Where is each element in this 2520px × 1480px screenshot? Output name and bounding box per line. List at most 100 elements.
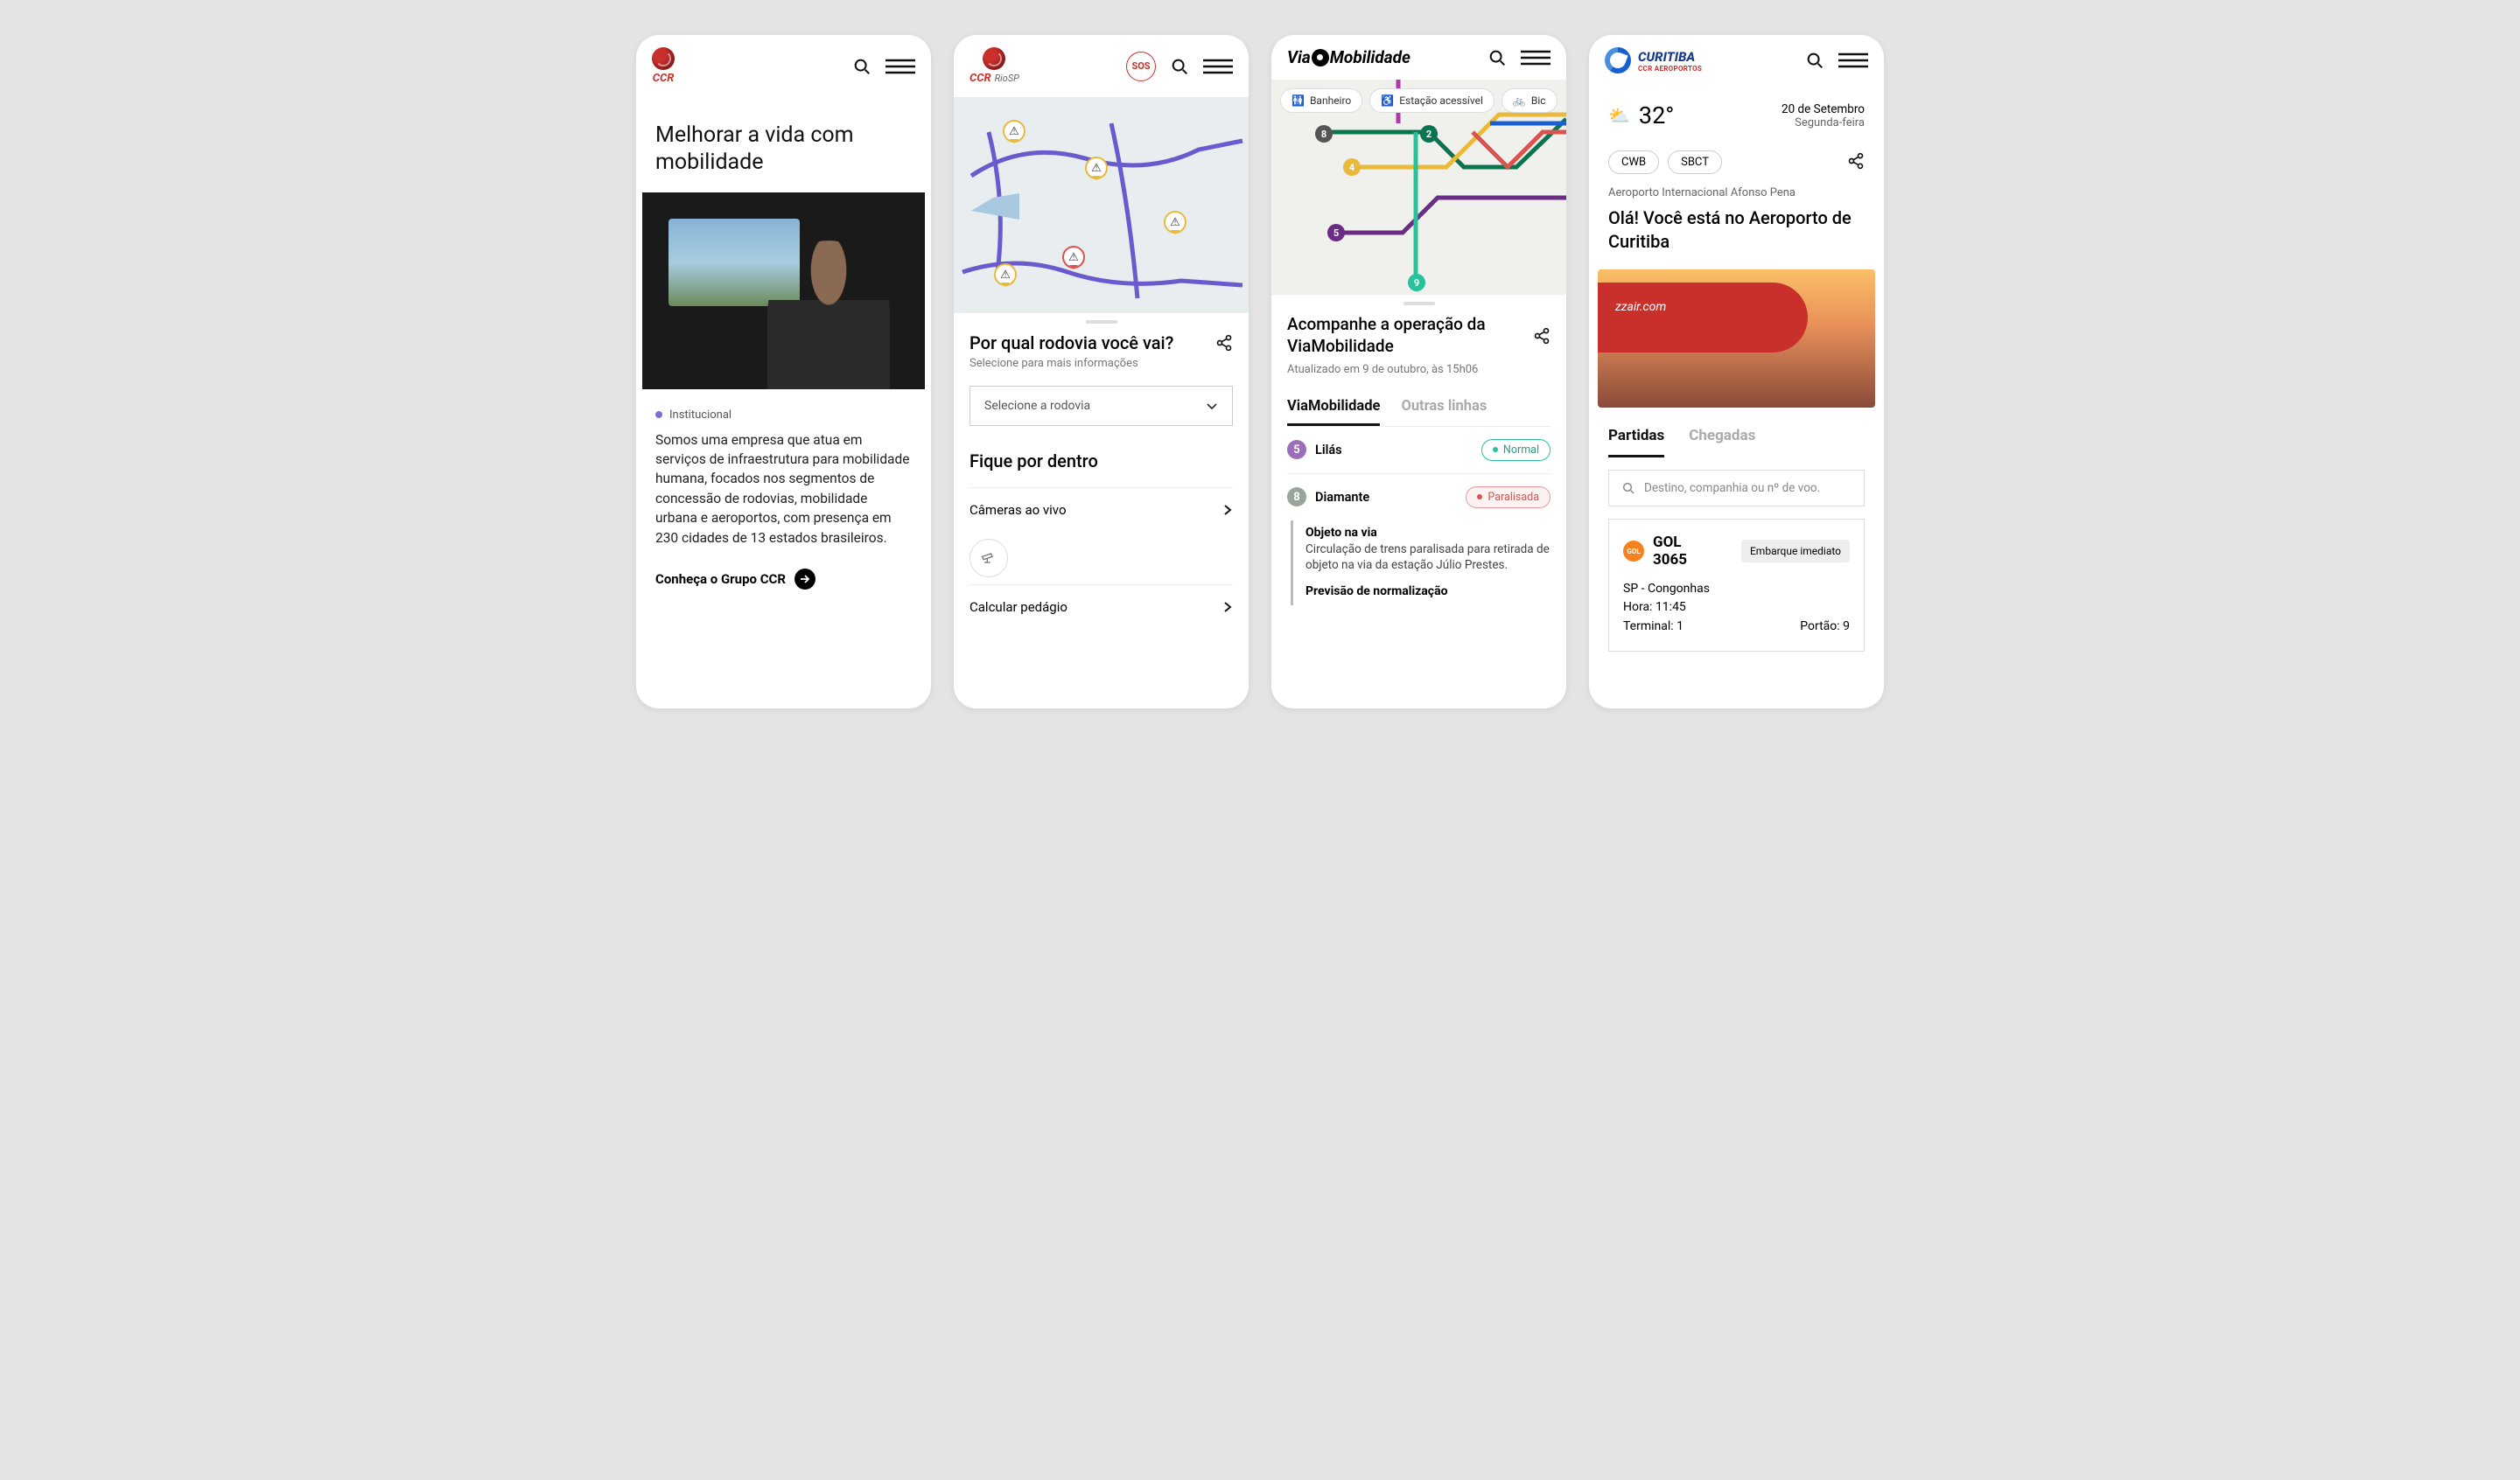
flight-search-input[interactable]: Destino, companhia ou nº de voo. [1608, 470, 1865, 506]
airport-name: Aeroporto Internacional Afonso Pena [1589, 186, 1884, 199]
hero-image [642, 192, 925, 389]
warning-pin-critical-icon[interactable]: ⚠ [1062, 246, 1085, 274]
panel-subtitle: Selecione para mais informações [970, 357, 1233, 370]
line-row-diamante[interactable]: 8 Diamante Paralisada [1287, 473, 1550, 520]
panel-title: Por qual rodovia você vai? [970, 332, 1173, 353]
status-dot-icon [1477, 494, 1482, 499]
tab-viamobilidade[interactable]: ViaMobilidade [1287, 398, 1380, 426]
bike-icon: 🚲 [1513, 94, 1526, 107]
menu-icon[interactable] [886, 57, 915, 76]
highway-select[interactable]: Selecione a rodovia [970, 386, 1233, 426]
screen-viamobilidade: Via Mobilidade 8 2 4 [1271, 35, 1566, 709]
tab-outras[interactable]: Outras linhas [1401, 398, 1487, 426]
airport-swirl-icon [1605, 47, 1631, 73]
ccr-swirl-icon [983, 47, 1005, 70]
menu-icon[interactable] [1203, 57, 1233, 76]
flight-time: Hora: 11:45 [1623, 598, 1850, 618]
share-icon[interactable] [1215, 334, 1233, 352]
arrow-right-icon [794, 569, 816, 590]
airport-codes-row: CWB SBCT [1589, 142, 1884, 186]
status-badge: Normal [1481, 439, 1550, 461]
header: Via Mobilidade [1271, 35, 1566, 80]
boarding-status-badge: Embarque imediato [1741, 540, 1850, 562]
tag-dot-icon [655, 411, 662, 418]
section-title: Fique por dentro [970, 450, 1233, 471]
search-icon [1621, 481, 1635, 495]
tab-partidas[interactable]: Partidas [1608, 427, 1664, 457]
line-number-badge: 8 [1287, 487, 1306, 506]
weather-icon: ⛅ [1608, 105, 1630, 126]
search-icon[interactable] [1805, 51, 1824, 70]
weekday-text: Segunda-feira [1782, 116, 1865, 129]
logo-o-icon [1312, 49, 1329, 66]
warning-pin-icon[interactable]: ⚠ [1003, 120, 1026, 148]
warning-pin-icon[interactable]: ⚠ [994, 263, 1017, 291]
header: CCR RioSP SOS [954, 35, 1249, 97]
chevron-right-icon [1222, 601, 1233, 613]
filter-chip-acessivel[interactable]: ♿Estação acessível [1369, 88, 1494, 113]
logo-text: CCR [653, 72, 675, 85]
flight-id: GOL 3065 [1653, 534, 1687, 569]
drag-handle-icon[interactable] [1404, 302, 1435, 305]
search-icon[interactable] [852, 57, 872, 76]
ccr-riosp-logo: CCR RioSP [970, 47, 1019, 85]
station-marker[interactable]: 5 [1327, 224, 1345, 241]
screen-curitiba-airport: CURITIBA CCR AEROPORTOS ⛅ 32° 20 de Sete… [1589, 35, 1884, 709]
line-tabs: ViaMobilidade Outras linhas [1287, 398, 1550, 426]
description-text: Somos uma empresa que atua em serviços d… [636, 430, 931, 569]
flight-card[interactable]: GOL GOL 3065 Embarque imediato SP - Cong… [1608, 519, 1865, 652]
header: CCR [636, 35, 931, 97]
highway-map[interactable]: ⚠ ⚠ ⚠ ⚠ ⚠ [954, 97, 1249, 312]
warning-pin-icon[interactable]: ⚠ [1164, 211, 1186, 239]
chevron-down-icon [1206, 400, 1218, 412]
learn-more-link[interactable]: Conheça o Grupo CCR [636, 569, 931, 609]
station-marker[interactable]: 2 [1420, 125, 1438, 143]
page-title: Melhorar a vida com mobilidade [636, 97, 931, 192]
drag-handle-icon[interactable] [1086, 320, 1117, 324]
airline-logo-icon: GOL [1623, 541, 1644, 562]
status-dot-icon [1493, 447, 1498, 452]
category-tag: Institucional [636, 389, 931, 430]
filter-chip-banheiro[interactable]: 🚻Banheiro [1280, 88, 1362, 113]
viamobilidade-logo: Via Mobilidade [1287, 47, 1410, 67]
station-marker[interactable]: 4 [1343, 158, 1361, 176]
weather-row: ⛅ 32° 20 de Setembro Segunda-feira [1589, 86, 1884, 142]
warning-pin-icon[interactable]: ⚠ [1085, 157, 1108, 185]
share-icon[interactable] [1533, 327, 1550, 345]
highway-panel: Por qual rodovia você vai? Selecione par… [954, 312, 1249, 629]
curitiba-logo: CURITIBA CCR AEROPORTOS [1605, 47, 1702, 73]
screen-ccr-riosp: CCR RioSP SOS ⚠ [954, 35, 1249, 709]
operation-panel: Acompanhe a operação da ViaMobilidade At… [1271, 295, 1566, 605]
ccr-logo: CCR [652, 47, 675, 85]
accessible-icon: ♿ [1381, 94, 1394, 107]
restroom-icon: 🚻 [1292, 94, 1305, 107]
menu-icon[interactable] [1521, 48, 1550, 67]
airport-hero-image: zzair.com [1598, 269, 1875, 408]
camera-icon [970, 539, 1008, 577]
flight-terminal: Terminal: 1 [1623, 618, 1684, 637]
sos-button[interactable]: SOS [1126, 52, 1156, 81]
station-marker[interactable]: 8 [1315, 125, 1333, 143]
code-pill-sbct[interactable]: SBCT [1668, 150, 1722, 174]
chevron-right-icon [1222, 504, 1233, 516]
station-marker[interactable]: 9 [1408, 274, 1425, 291]
flight-destination: SP - Congonhas [1623, 580, 1850, 599]
greeting-title: Olá! Você está no Aeroporto de Curitiba [1589, 199, 1884, 269]
updated-text: Atualizado em 9 de outubro, às 15h06 [1287, 362, 1550, 378]
screen-ccr-institutional: CCR Melhorar a vida com mobilidade Insti… [636, 35, 931, 709]
search-icon[interactable] [1170, 57, 1189, 76]
flight-gate: Portão: 9 [1800, 618, 1850, 637]
share-icon[interactable] [1847, 152, 1865, 173]
tab-chegadas[interactable]: Chegadas [1689, 427, 1755, 457]
incident-detail: Objeto na via Circulação de trens parali… [1291, 520, 1550, 606]
search-icon[interactable] [1488, 48, 1507, 67]
metro-map[interactable]: 8 2 4 5 9 🚻Banheiro ♿Estação acessível 🚲… [1271, 80, 1566, 295]
line-row-lilas[interactable]: 5 Lilás Normal [1287, 426, 1550, 473]
code-pill-cwb[interactable]: CWB [1608, 150, 1659, 174]
header: CURITIBA CCR AEROPORTOS [1589, 35, 1884, 86]
temperature: 32° [1639, 101, 1674, 129]
cameras-item[interactable]: Câmeras ao vivo [970, 487, 1233, 532]
menu-icon[interactable] [1838, 51, 1868, 70]
filter-chip-bike[interactable]: 🚲Bic [1502, 88, 1558, 113]
toll-calculator-item[interactable]: Calcular pedágio [970, 584, 1233, 629]
